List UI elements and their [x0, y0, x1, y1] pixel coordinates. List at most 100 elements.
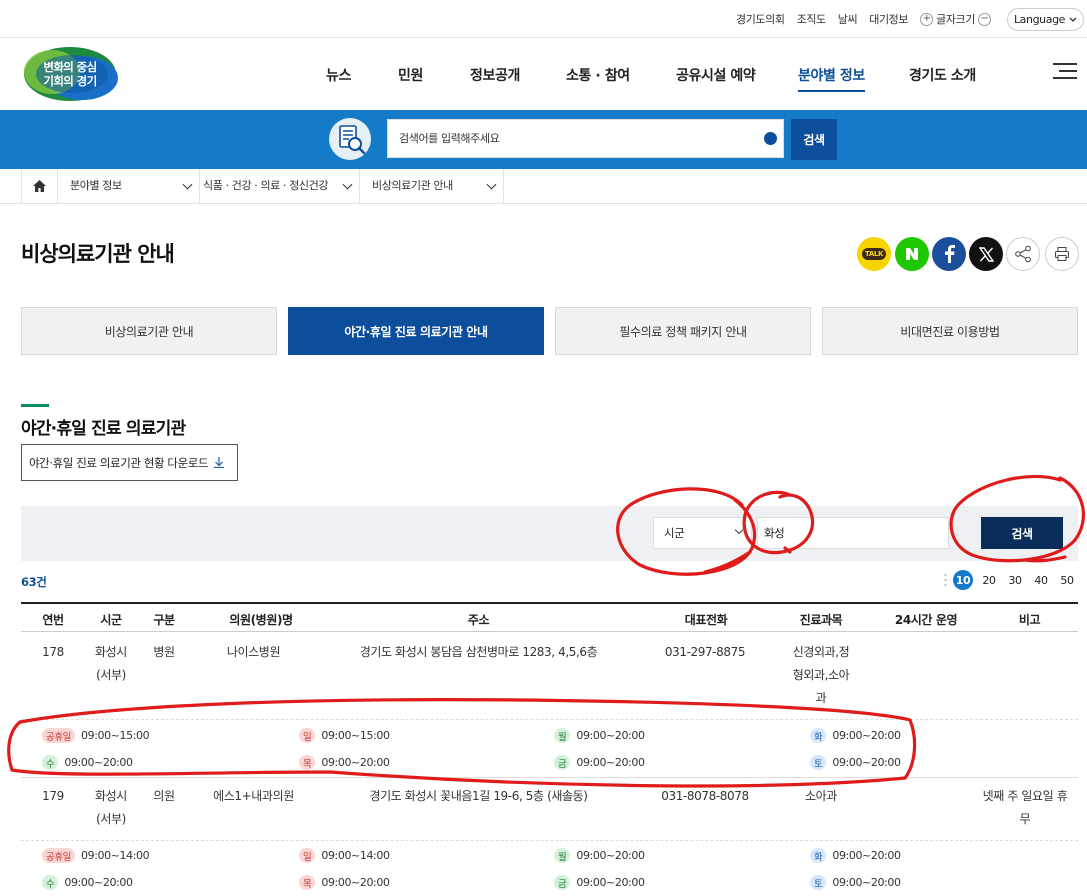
utility-links: 경기도의회 조직도 날씨 대기정보 + 글자크기 − — [736, 11, 991, 27]
tab-emergency-info[interactable]: 비상의료기관 안내 — [21, 307, 277, 355]
day-badge: 화 — [810, 848, 827, 863]
page-size-50[interactable]: 50 — [1057, 570, 1077, 590]
section-title: 야간·휴일 진료 의료기관 — [21, 419, 186, 439]
language-label: Language — [1013, 13, 1066, 26]
search-placeholder: 검색어를 입력해주세요 — [399, 132, 500, 145]
row-divider — [21, 777, 1078, 778]
hours-time: 09:00~20:00 — [576, 849, 645, 862]
util-link-weather[interactable]: 날씨 — [838, 11, 858, 27]
hours-row: 공휴일 09:00~15:00 수 09:00~20:00 일 09:00~15:00… — [21, 719, 1078, 777]
hours-thu: 목 09:00~20:00 — [299, 875, 390, 890]
chevron-down-icon[interactable] — [764, 132, 777, 151]
col-24h: 24시간 운영 — [894, 613, 958, 627]
hours-tue: 화 09:00~20:00 — [810, 848, 901, 863]
font-size-label: 글자크기 — [936, 13, 975, 26]
logo-line-1: 변화의 중심 — [43, 60, 97, 74]
col-phone: 대표전화 — [684, 613, 728, 627]
hours-time: 09:00~20:00 — [832, 876, 901, 889]
keyword-input[interactable]: 화성 — [757, 517, 949, 549]
cell-name[interactable]: 에스1+내과의원 — [191, 785, 316, 808]
gyeonggi-logo[interactable]: 변화의 중심 기회의 경기 — [22, 46, 118, 102]
hours-sun: 일 09:00~14:00 — [299, 848, 390, 863]
hours-sat: 토 09:00~20:00 — [810, 875, 901, 890]
nav-about-gyeonggi[interactable]: 경기도 소개 — [909, 65, 976, 85]
cell-address: 경기도 화성시 봉담읍 삼천병마로 1283, 4,5,6층 — [359, 645, 598, 659]
breadcrumb-label: 분야별 정보 — [70, 179, 122, 192]
cell-dept-line: 신경외과,정 — [792, 645, 850, 659]
col-type: 구분 — [153, 613, 175, 627]
util-link-org-chart[interactable]: 조직도 — [797, 11, 827, 27]
page-size-selector: 10 20 30 40 50 — [944, 570, 1077, 590]
nav-participation[interactable]: 소통 · 참여 — [566, 65, 630, 85]
util-link-air-quality[interactable]: 대기정보 — [869, 11, 908, 27]
nav-field-info[interactable]: 분야별 정보 — [798, 65, 865, 92]
tab-telemedicine[interactable]: 비대면진료 이용방법 — [822, 307, 1078, 355]
cell-city: 화성시 (서부) — [85, 641, 137, 687]
col-name: 의원(병원)명 — [229, 613, 293, 627]
page-size-20[interactable]: 20 — [979, 570, 999, 590]
section-accent-bar — [21, 404, 49, 407]
hours-row: 공휴일 09:00~14:00 수 09:00~20:00 일 09:00~14:00… — [21, 840, 1078, 896]
hours-time: 09:00~20:00 — [832, 756, 901, 769]
cell-name[interactable]: 나이스병원 — [191, 641, 316, 664]
page-size-10[interactable]: 10 — [953, 570, 973, 590]
tab-night-holiday[interactable]: 야간·휴일 진료 의료기관 안내 — [288, 307, 544, 355]
hours-time: 09:00~20:00 — [576, 729, 645, 742]
nav-info-disclosure[interactable]: 정보공개 — [470, 65, 520, 85]
day-badge: 금 — [554, 755, 571, 770]
page-size-30[interactable]: 30 — [1005, 570, 1025, 590]
x-icon[interactable] — [969, 237, 1003, 271]
search-button[interactable]: 검색 — [791, 119, 837, 160]
download-button[interactable]: 야간·휴일 진료 의료기관 현황 다운로드 — [21, 444, 238, 481]
day-badge: 수 — [42, 875, 59, 890]
site-header: 변화의 중심 기회의 경기 뉴스 민원 정보공개 소통 · 참여 공유시설 예약… — [0, 39, 1087, 110]
day-badge: 일 — [299, 848, 316, 863]
cell-city-name: 화성시 — [95, 645, 127, 659]
menu-icon[interactable] — [1053, 63, 1077, 81]
hours-tue: 화 09:00~20:00 — [810, 728, 901, 743]
hours-time: 09:00~20:00 — [832, 729, 901, 742]
filter-search-button[interactable]: 검색 — [981, 517, 1063, 549]
city-select[interactable]: 시군 — [653, 517, 752, 549]
share-icon[interactable] — [1006, 237, 1040, 271]
hours-wed: 수 09:00~20:00 — [42, 875, 133, 890]
language-select[interactable]: Language — [1007, 8, 1084, 31]
search-input[interactable]: 검색어를 입력해주세요 — [387, 119, 784, 158]
breadcrumb-field-info[interactable]: 분야별 정보 — [58, 169, 200, 203]
page-size-40[interactable]: 40 — [1031, 570, 1051, 590]
hours-time: 09:00~20:00 — [576, 876, 645, 889]
cell-city-region: (서부) — [96, 668, 126, 682]
chevron-down-icon — [486, 179, 497, 190]
breadcrumb-emergency[interactable]: 비상의료기관 안내 — [360, 169, 504, 203]
day-badge: 수 — [42, 755, 59, 770]
cell-dept: 소아과 — [805, 789, 837, 803]
cell-note: 넷째 주 일요일 휴 무 — [975, 785, 1075, 831]
print-icon[interactable] — [1045, 237, 1079, 271]
hours-time: 09:00~20:00 — [321, 756, 390, 769]
document-search-icon — [329, 118, 371, 160]
utility-bar: 경기도의회 조직도 날씨 대기정보 + 글자크기 − Language — [0, 0, 1087, 38]
breadcrumb-health[interactable]: 식품 · 건강 · 의료 · 정신건강 — [200, 169, 360, 203]
nav-news[interactable]: 뉴스 — [326, 65, 351, 85]
nav-civil-service[interactable]: 민원 — [398, 65, 423, 85]
cell-dept-line: 과 — [815, 691, 827, 705]
hours-wed: 수 09:00~20:00 — [42, 755, 133, 770]
chevron-down-icon — [734, 525, 744, 535]
facebook-icon[interactable] — [932, 237, 966, 271]
util-link-council[interactable]: 경기도의회 — [736, 11, 785, 27]
home-icon[interactable] — [21, 169, 58, 203]
day-badge: 월 — [554, 728, 571, 743]
nav-facility-booking[interactable]: 공유시설 예약 — [676, 65, 756, 85]
tab-essential-policy[interactable]: 필수의료 정책 패키지 안내 — [555, 307, 811, 355]
hours-sat: 토 09:00~20:00 — [810, 755, 901, 770]
font-decrease-button[interactable]: − — [978, 12, 991, 26]
kakaotalk-icon[interactable]: TALK — [857, 237, 891, 271]
font-increase-button[interactable]: + — [920, 12, 934, 26]
cell-no: 178 — [42, 645, 64, 659]
day-badge: 토 — [810, 755, 827, 770]
day-badge: 토 — [810, 875, 827, 890]
city-select-value: 시군 — [664, 526, 685, 540]
breadcrumb-label: 식품 · 건강 · 의료 · 정신건강 — [203, 179, 329, 192]
keyword-value: 화성 — [764, 526, 785, 540]
naver-icon[interactable] — [895, 237, 929, 271]
